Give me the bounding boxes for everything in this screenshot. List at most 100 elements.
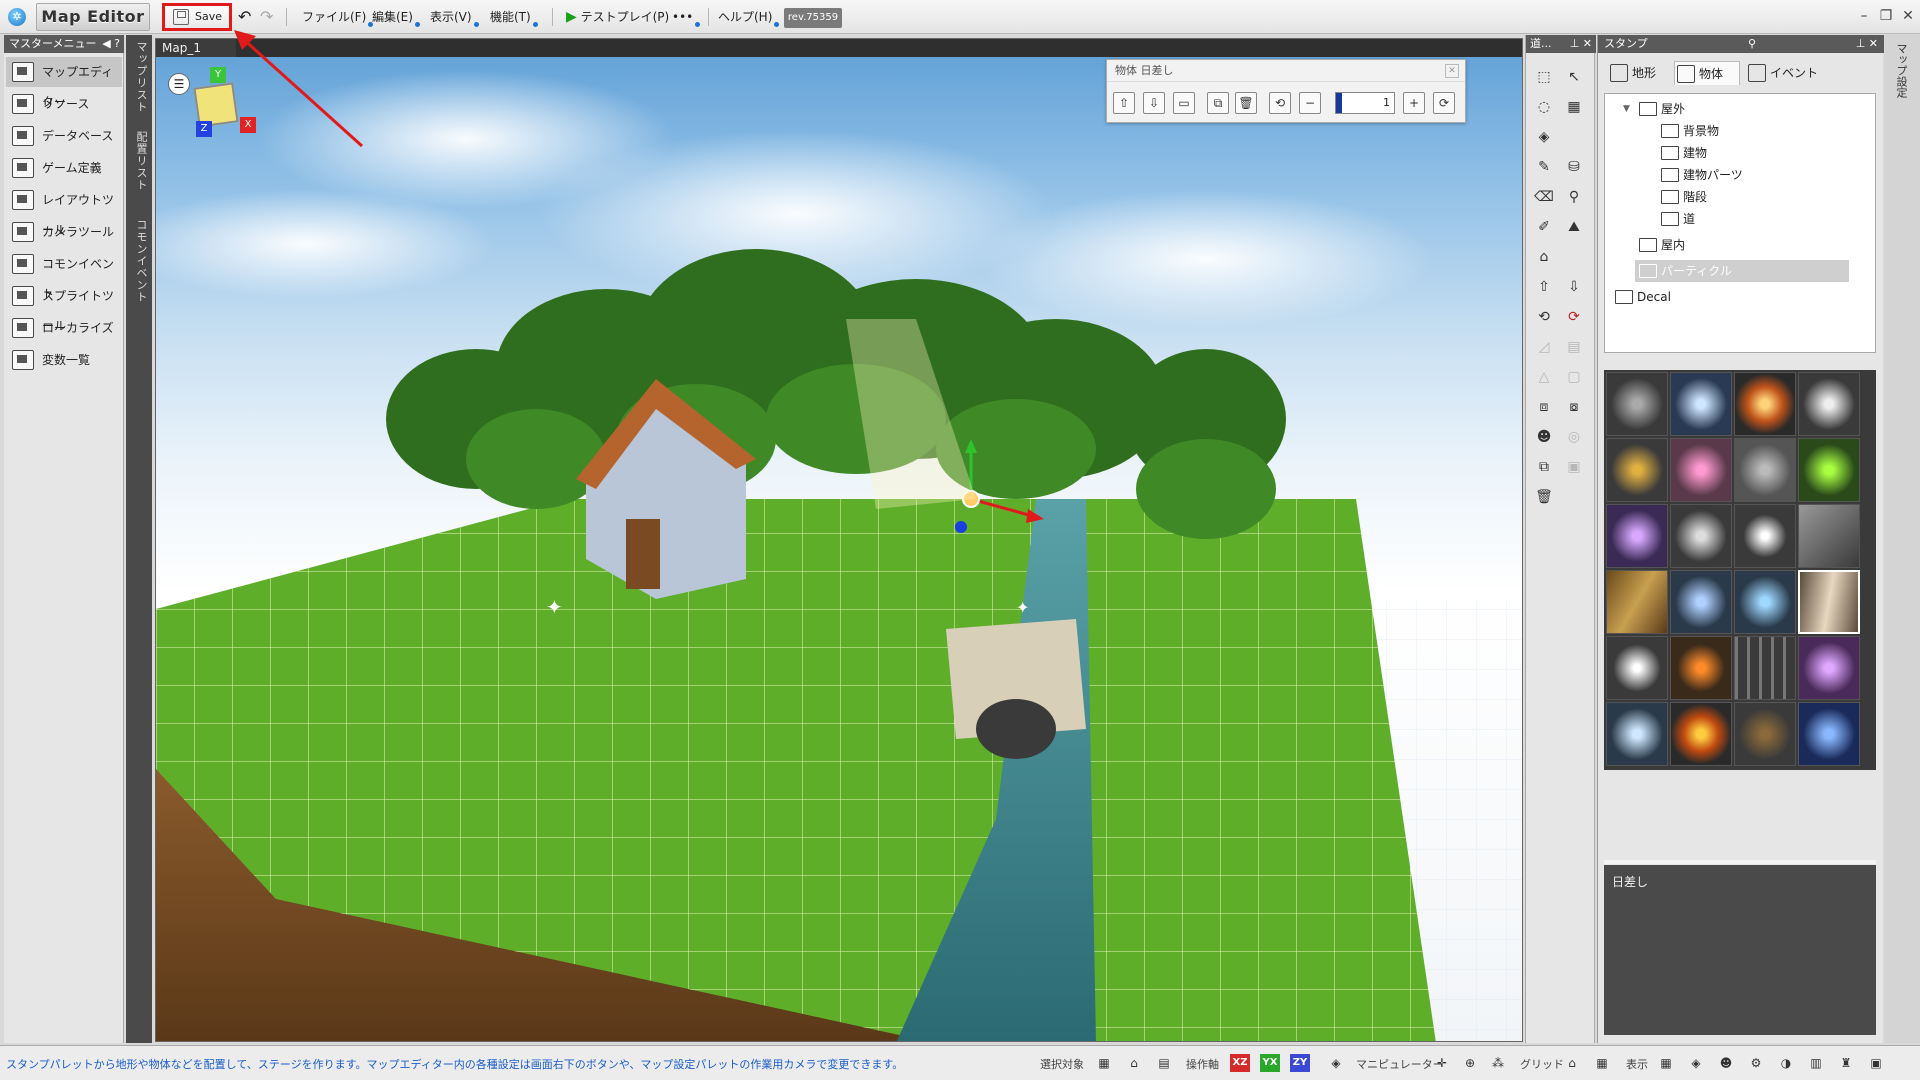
box-icon[interactable]: ▢: [1562, 365, 1586, 389]
tab-terrain[interactable]: 地形: [1608, 61, 1670, 85]
manipulator-icon[interactable]: ◈: [1326, 1054, 1346, 1072]
display-character-icon[interactable]: ♜: [1836, 1054, 1856, 1072]
rotate-icon[interactable]: ⟲: [1269, 92, 1291, 114]
lower-tool-icon[interactable]: ⇩: [1562, 275, 1586, 299]
restore-icon[interactable]: ❐: [1874, 4, 1898, 28]
scale-down-icon[interactable]: ⧈: [1532, 395, 1556, 419]
pointer-icon[interactable]: ↖: [1562, 65, 1586, 89]
terrain-brush-icon[interactable]: ⛰: [1562, 215, 1586, 239]
menu-variable-list[interactable]: 変数一覧: [6, 345, 122, 375]
tree-node-road[interactable]: 道: [1657, 208, 1695, 230]
stamp-thumb[interactable]: [1670, 570, 1732, 634]
gizmo-scale-icon[interactable]: ⁂: [1488, 1054, 1508, 1072]
rotate-axis-icon[interactable]: ⟳: [1562, 305, 1586, 329]
gizmo-y-axis[interactable]: Y: [210, 67, 226, 83]
map-viewport[interactable]: ✦ ✦ Map_1 ☰ Y X Z 物体 日差し ✕ ⇧ ⇩ ▭ ⧉ 🗑 ⟲ −…: [155, 38, 1523, 1042]
stamp-thumb[interactable]: [1670, 438, 1732, 502]
stamp-thumb[interactable]: [1798, 504, 1860, 568]
stamp-thumb[interactable]: [1734, 702, 1796, 766]
display-npc-icon[interactable]: ☻: [1716, 1054, 1736, 1072]
tab-object[interactable]: 物体: [1674, 61, 1740, 85]
display-layer-icon[interactable]: ▥: [1806, 1054, 1826, 1072]
menu-common-event[interactable]: コモンイベント: [6, 249, 122, 301]
display-light-icon[interactable]: ◑: [1776, 1054, 1796, 1072]
menu-map-editor[interactable]: マップエディター: [6, 57, 122, 109]
grid-display-icon[interactable]: ▦: [1592, 1054, 1612, 1072]
view-menu-icon[interactable]: ☰: [168, 73, 190, 95]
minimize-icon[interactable]: –: [1852, 4, 1876, 28]
close-icon[interactable]: ✕: [1896, 4, 1920, 28]
menu-help[interactable]: ヘルプ(H): [718, 6, 780, 28]
trash-icon[interactable]: 🗑: [1532, 485, 1556, 509]
menu-database[interactable]: データベース: [6, 121, 122, 151]
floating-toolbar-close-icon[interactable]: ✕: [1445, 64, 1459, 78]
ground-icon[interactable]: ▭: [1173, 92, 1195, 114]
stamp-thumb[interactable]: [1606, 636, 1668, 700]
menu-layout-tool[interactable]: レイアウトツール: [6, 185, 122, 237]
select-terrain-icon[interactable]: ▦: [1094, 1054, 1114, 1072]
select-object-icon[interactable]: ⌂: [1124, 1054, 1144, 1072]
paste-icon[interactable]: ▣: [1562, 455, 1586, 479]
map-settings-vtab[interactable]: マップ設定: [1885, 35, 1920, 1043]
menu-view[interactable]: 表示(V): [430, 6, 479, 28]
cube-icon[interactable]: ◈: [1532, 125, 1556, 149]
delete-icon[interactable]: 🗑: [1235, 92, 1257, 114]
tree-node-decal[interactable]: Decal: [1611, 286, 1671, 308]
eraser-icon[interactable]: ⌫: [1532, 185, 1556, 209]
stamp-thumb[interactable]: [1670, 702, 1732, 766]
menu-file[interactable]: ファイル(F): [302, 6, 374, 28]
stamp-thumb[interactable]: [1670, 372, 1732, 436]
panel-header-icons[interactable]: ◀ ?: [102, 35, 120, 53]
pencil-icon[interactable]: ✎: [1532, 155, 1556, 179]
stamp-thumb[interactable]: [1670, 636, 1732, 700]
copy-icon[interactable]: ⧉: [1207, 92, 1229, 114]
menu-edit[interactable]: 編集(E): [372, 6, 420, 28]
stamp-thumb[interactable]: [1734, 504, 1796, 568]
stamp-thumb[interactable]: [1734, 438, 1796, 502]
rotate-tool-icon[interactable]: ⟲: [1532, 305, 1556, 329]
stamp-thumb[interactable]: [1734, 636, 1796, 700]
map-tab[interactable]: Map_1: [156, 39, 236, 57]
stamp-thumb[interactable]: [1734, 570, 1796, 634]
save-button[interactable]: Save: [162, 3, 232, 31]
tree-node-stairs[interactable]: 階段: [1657, 186, 1707, 208]
drop-icon[interactable]: ⇩: [1143, 92, 1165, 114]
menu-sprite-tool[interactable]: スプライトツール: [6, 281, 122, 333]
menu-camera-tool[interactable]: カメラツール: [6, 217, 122, 247]
brush-icon[interactable]: ✐: [1532, 215, 1556, 239]
display-object-icon[interactable]: ◈: [1686, 1054, 1706, 1072]
grid-select-icon[interactable]: ▦: [1562, 95, 1586, 119]
display-gear-icon[interactable]: ⚙: [1746, 1054, 1766, 1072]
tree-node-particle[interactable]: パーティクル: [1635, 260, 1849, 282]
minus-icon[interactable]: −: [1299, 92, 1321, 114]
target-icon[interactable]: ◎: [1562, 425, 1586, 449]
vtab-map-list[interactable]: マップリスト: [129, 41, 149, 113]
duplicate-icon[interactable]: ⧉: [1532, 455, 1556, 479]
stamp-thumb[interactable]: [1734, 372, 1796, 436]
scale-value-field[interactable]: 1: [1335, 92, 1395, 114]
stamp-thumb[interactable]: [1606, 504, 1668, 568]
stamp-thumb[interactable]: [1798, 702, 1860, 766]
stamp-thumb[interactable]: [1606, 702, 1668, 766]
raise-icon[interactable]: ⇧: [1113, 92, 1135, 114]
tree-node-building-parts[interactable]: 建物パーツ: [1657, 164, 1743, 186]
gizmo-rotate-icon[interactable]: ⊕: [1460, 1054, 1480, 1072]
gizmo-z-axis[interactable]: Z: [196, 121, 212, 137]
gizmo-move-icon[interactable]: ✛: [1432, 1054, 1452, 1072]
tree-node-outdoor[interactable]: ▼ 屋外: [1623, 98, 1685, 120]
menu-localize[interactable]: ローカライズ: [6, 313, 122, 343]
vtab-common-event[interactable]: コモンイベント: [129, 219, 149, 303]
redo-icon[interactable]: ↷: [260, 6, 273, 28]
stamp-thumb[interactable]: [1606, 438, 1668, 502]
stamp-thumb[interactable]: [1606, 570, 1668, 634]
stamp-thumb-selected[interactable]: [1798, 570, 1860, 634]
scale-up-icon[interactable]: ⧇: [1562, 395, 1586, 419]
lasso-icon[interactable]: ◌: [1532, 95, 1556, 119]
stamp-thumb[interactable]: [1798, 636, 1860, 700]
slope-icon[interactable]: ◿: [1532, 335, 1556, 359]
bucket-icon[interactable]: ⛁: [1562, 155, 1586, 179]
stamp-thumb[interactable]: [1798, 438, 1860, 502]
select-rect-icon[interactable]: ⬚: [1532, 65, 1556, 89]
layer-icon[interactable]: ▤: [1562, 335, 1586, 359]
tab-event[interactable]: イベント: [1746, 61, 1826, 85]
